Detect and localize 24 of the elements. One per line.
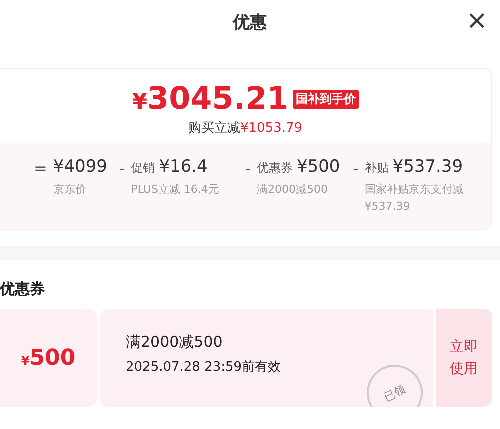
minus-sign: -: [352, 158, 359, 180]
item-note: 国家补贴京东支付减¥537.39: [364, 182, 465, 215]
dialog-title: 优惠: [233, 12, 267, 34]
item-note: 满2000减500: [256, 182, 329, 198]
item-label: 补贴: [364, 160, 389, 177]
discount-total: 购买立减¥1053.79: [188, 120, 303, 137]
coupon-value: ¥500: [21, 346, 76, 370]
close-button[interactable]: ×: [462, 6, 492, 36]
item-amount: ¥500: [296, 157, 340, 177]
minus-sign: -: [119, 158, 126, 180]
use-button[interactable]: 立即使用: [436, 309, 492, 407]
item-amount: ¥537.39: [392, 157, 464, 177]
item-amount: ¥4099: [53, 157, 108, 177]
coupon-condition: 满2000减500: [126, 333, 224, 352]
equals-sign: =: [34, 158, 48, 180]
minus-sign: -: [245, 158, 251, 180]
item-note: 京东价: [53, 182, 88, 198]
price-tag: 国补到手价: [292, 90, 359, 108]
item-label: 促销: [131, 160, 156, 177]
final-price: ¥3045.21: [132, 81, 289, 117]
item-note: PLUS立减 16.4元: [131, 182, 220, 198]
item-label: 优惠券: [256, 160, 293, 177]
coupon-validity: 2025.07.28 23:59前有效: [126, 359, 282, 376]
item-amount: ¥16.4: [159, 157, 208, 177]
